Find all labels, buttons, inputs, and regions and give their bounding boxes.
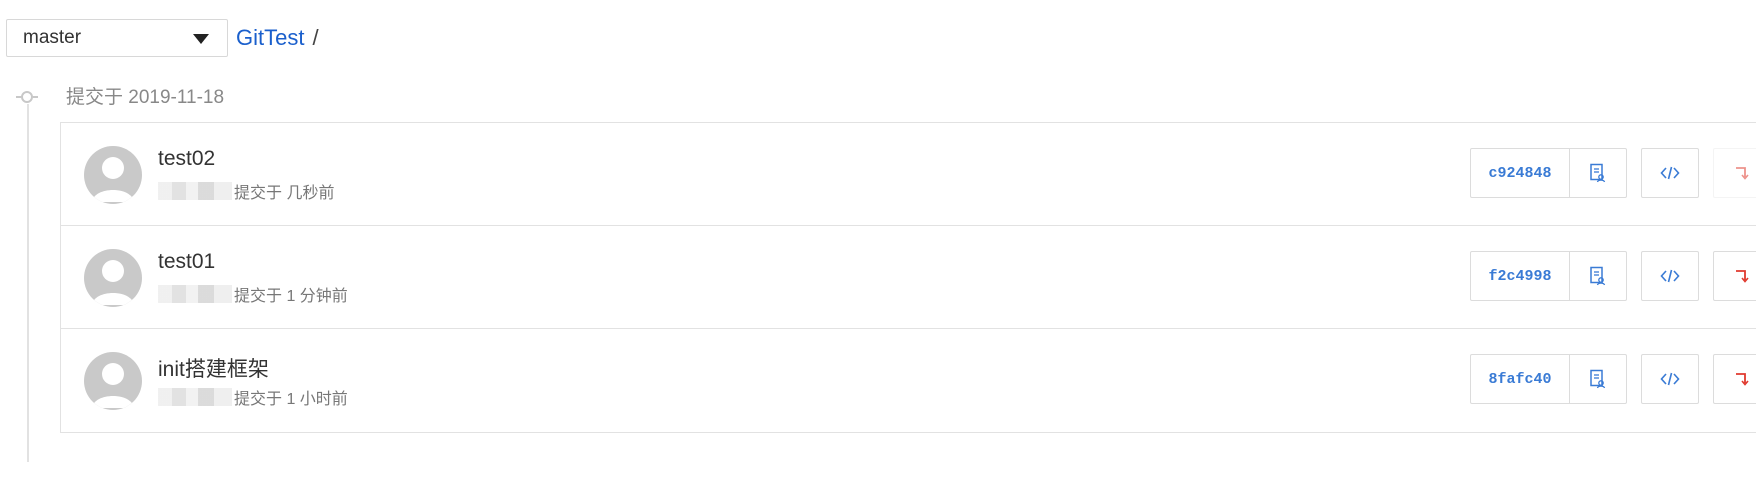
commit-row: test02 提交于 几秒前 c924848 [61,123,1756,226]
copy-icon [1590,266,1606,286]
code-icon [1660,166,1680,180]
repo-link[interactable]: GitTest [236,25,304,51]
commit-time: 提交于 几秒前 [234,185,335,202]
author-name-redacted [158,285,232,303]
commit-row: init搭建框架 提交于 1 小时前 8fafc40 [61,329,1756,432]
revert-button[interactable] [1713,354,1756,404]
commit-time: 提交于 1 小时前 [234,391,348,408]
breadcrumb-separator: / [312,25,319,50]
author-name-redacted [158,388,232,406]
commit-sha-button[interactable]: f2c4998 [1471,252,1570,300]
commit-row: test01 提交于 1 分钟前 f2c4998 [61,226,1756,329]
commit-date-group: 提交于 2019-11-18 [66,87,225,108]
copy-icon [1590,163,1606,183]
user-avatar-icon [84,249,142,307]
copy-sha-button[interactable] [1570,355,1626,403]
commit-sha-button[interactable]: c924848 [1471,149,1570,197]
browse-code-button[interactable] [1641,148,1699,198]
commit-time: 提交于 1 分钟前 [234,288,348,305]
commit-meta: 提交于 1 分钟前 [158,282,348,306]
code-icon [1660,372,1680,386]
sha-group: c924848 [1470,148,1627,198]
copy-sha-button[interactable] [1570,252,1626,300]
branch-select-value: master [23,27,82,48]
revert-icon [1736,373,1749,386]
commit-title[interactable]: init搭建框架 [158,353,269,383]
commit-meta: 提交于 几秒前 [158,179,334,203]
chevron-down-icon [193,34,209,44]
timeline-line [27,104,29,462]
commit-list: test02 提交于 几秒前 c924848 test01 提交于 1 分钟前 … [60,122,1756,433]
user-avatar-icon [84,146,142,204]
code-icon [1660,269,1680,283]
commit-meta: 提交于 1 小时前 [158,385,348,409]
sha-group: f2c4998 [1470,251,1627,301]
browse-code-button[interactable] [1641,354,1699,404]
breadcrumb: GitTest / [236,25,319,51]
revert-button[interactable] [1713,251,1756,301]
commit-title[interactable]: test02 [158,147,215,171]
commit-actions: 8fafc40 [1470,354,1756,404]
revert-button[interactable] [1713,148,1756,198]
branch-select[interactable]: master [6,19,228,57]
repo-header: master GitTest / [6,18,319,58]
commit-node-icon [16,91,38,103]
commit-sha-button[interactable]: 8fafc40 [1471,355,1570,403]
sha-group: 8fafc40 [1470,354,1627,404]
commit-actions: c924848 [1470,148,1756,198]
commit-title[interactable]: test01 [158,250,215,274]
revert-icon [1736,167,1749,180]
user-avatar-icon [84,352,142,410]
browse-code-button[interactable] [1641,251,1699,301]
commit-actions: f2c4998 [1470,251,1756,301]
revert-icon [1736,270,1749,283]
copy-sha-button[interactable] [1570,149,1626,197]
author-name-redacted [158,182,232,200]
copy-icon [1590,369,1606,389]
